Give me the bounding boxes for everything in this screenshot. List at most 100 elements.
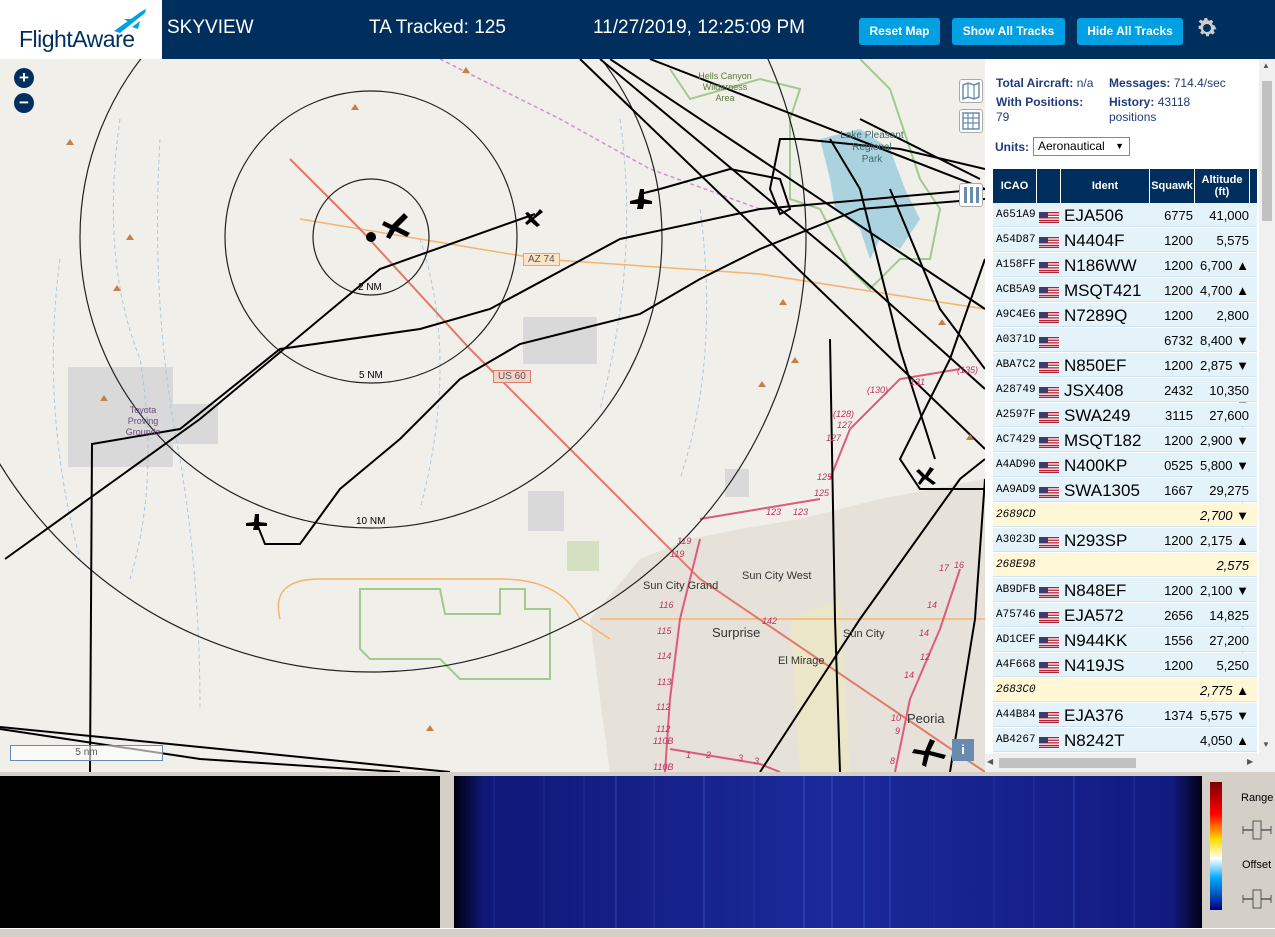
us-flag-icon xyxy=(1039,485,1059,498)
info-button[interactable]: i xyxy=(952,739,974,761)
ident-cell: N944KK xyxy=(1064,631,1128,650)
gear-icon[interactable] xyxy=(1195,16,1219,40)
units-select[interactable]: Aeronautical ▼ xyxy=(1033,137,1130,156)
table-row[interactable]: A9C4E6 N7289Q 1200 2,800 xyxy=(993,303,1257,327)
col-icao[interactable]: ICAO xyxy=(993,169,1037,203)
route-number: 123 xyxy=(793,507,809,517)
route-number: 9 xyxy=(895,726,901,736)
range-slider[interactable] xyxy=(1241,818,1273,842)
route-number: 131 xyxy=(910,377,926,387)
squawk-cell: 2656 xyxy=(1164,608,1193,623)
logo-plane-icon xyxy=(114,9,146,33)
hscroll-thumb[interactable] xyxy=(999,758,1136,768)
table-row[interactable]: 2683C0 2,775 ▲ xyxy=(993,678,1257,702)
columns-icon xyxy=(964,187,979,203)
taskbar[interactable] xyxy=(0,928,1275,937)
table-row[interactable]: A158FF N186WW 1200 6,700 ▲ xyxy=(993,253,1257,277)
zoom-out-button[interactable]: − xyxy=(14,93,34,113)
zoom-in-button[interactable]: + xyxy=(14,68,34,88)
table-row[interactable]: A44B84 EJA376 1374 5,575 ▼ xyxy=(993,703,1257,727)
altitude-cell: 5,800 ▼ xyxy=(1199,458,1249,473)
label-line: Toyota xyxy=(129,405,157,415)
squawk-cell: 1200 xyxy=(1164,533,1193,548)
table-row[interactable]: A0371D 6732 8,400 ▼ xyxy=(993,328,1257,352)
table-row[interactable]: AA9AD9SWA1305166729,275 ▲ xyxy=(993,478,1257,513)
app-title: SKYVIEW xyxy=(167,17,254,38)
route-number: 3 xyxy=(738,753,744,763)
table-row[interactable]: 2689CD 2,700 ▼ xyxy=(993,503,1257,527)
offset-slider[interactable] xyxy=(1241,887,1273,911)
route-number: 10 xyxy=(891,713,902,723)
us-flag-icon xyxy=(1039,710,1059,723)
icao-cell: AD1CEF xyxy=(996,634,1036,646)
route-number: 127 xyxy=(837,420,853,430)
altitude-cell: 2,175 ▲ xyxy=(1199,533,1249,548)
table-row[interactable]: AB9DFB N848EF 1200 2,100 ▼ xyxy=(993,578,1257,602)
route-number: 8 xyxy=(890,756,896,766)
route-number: 2 xyxy=(706,750,712,760)
scroll-left-icon[interactable]: ◀ xyxy=(987,757,993,766)
vertical-scrollbar[interactable]: ▲ ▼ xyxy=(1259,59,1275,772)
table-row[interactable]: A28749JSX408243210,350 ▼ xyxy=(993,378,1257,413)
altitude-cell: 8,400 ▼ xyxy=(1199,333,1249,348)
table-row[interactable]: AD1CEFN944KK155627,200 ▲ xyxy=(993,628,1257,663)
urban-area xyxy=(590,479,985,772)
table-row[interactable]: ABA7C2 N850EF 1200 2,875 ▼ xyxy=(993,353,1257,377)
hide-all-tracks-button[interactable]: Hide All Tracks xyxy=(1077,18,1183,45)
horizontal-scrollbar[interactable]: ◀ ▶ xyxy=(985,754,1259,772)
reset-map-button[interactable]: Reset Map xyxy=(859,18,940,45)
show-all-tracks-button[interactable]: Show All Tracks xyxy=(952,18,1065,45)
messages-label: Messages: xyxy=(1109,76,1171,90)
table-row[interactable]: AB4267 N8242T 4,050 ▲ xyxy=(993,728,1257,752)
map-view[interactable]: Hells Canyon Wilderness Area Lake Pleasa… xyxy=(0,59,985,772)
route-number: 17 xyxy=(939,563,950,573)
icao-cell: AB4267 xyxy=(996,734,1036,746)
scroll-down-icon[interactable]: ▼ xyxy=(1262,740,1270,749)
range-label: Range xyxy=(1241,792,1274,804)
table-row[interactable]: A3023D N293SP 1200 2,175 ▲ xyxy=(993,528,1257,552)
route-number: 119 xyxy=(677,536,692,546)
columns-toggle[interactable] xyxy=(959,183,983,207)
scroll-up-icon[interactable]: ▲ xyxy=(1262,61,1270,70)
park-boundary xyxy=(359,588,551,680)
icao-cell: A9C4E6 xyxy=(996,309,1036,321)
table-row[interactable]: ACB5A9 MSQT421 1200 4,700 ▲ xyxy=(993,278,1257,302)
flightaware-logo[interactable]: FlightAware xyxy=(0,0,162,59)
ident-cell: N7289Q xyxy=(1064,306,1128,325)
table-row[interactable]: A2597FSWA249311527,600 ▲ xyxy=(993,403,1257,438)
us-flag-icon xyxy=(1039,235,1059,248)
history-unit: positions xyxy=(1109,110,1157,124)
table-row[interactable]: A651A9 EJA506 6775 41,000 xyxy=(993,203,1257,227)
icao-cell: A4AD90 xyxy=(996,459,1036,471)
table-row[interactable]: AC7429 MSQT182 1200 2,900 ▼ xyxy=(993,428,1257,452)
table-row[interactable]: A4AD90 N400KP 0525 5,800 ▼ xyxy=(993,453,1257,477)
col-flag[interactable] xyxy=(1037,169,1061,203)
table-row[interactable]: A4F668 N419JS 1200 5,250 xyxy=(993,653,1257,677)
table-row[interactable]: A54D87 N4404F 1200 5,575 xyxy=(993,228,1257,252)
label-line: Proving xyxy=(127,416,159,426)
scroll-thumb[interactable] xyxy=(1262,81,1272,221)
col-altitude[interactable]: Altitude (ft) xyxy=(1195,169,1250,203)
table-row[interactable]: 268E98 2,575 xyxy=(993,553,1257,577)
col-ident[interactable]: Ident xyxy=(1061,169,1150,203)
col-squawk[interactable]: Squawk xyxy=(1150,169,1195,203)
icao-cell: AB9DFB xyxy=(996,584,1036,596)
table-header: ICAO Ident Squawk Altitude (ft) xyxy=(993,169,1257,203)
label-line: Wilderness xyxy=(702,82,748,92)
sun-city-west-label: Sun City West xyxy=(742,570,812,582)
icao-cell: 268E98 xyxy=(996,559,1036,571)
icao-cell: 2683C0 xyxy=(996,684,1036,696)
scroll-right-icon[interactable]: ▶ xyxy=(1247,757,1253,766)
route-number: 142 xyxy=(762,616,778,626)
ident-cell: N293SP xyxy=(1064,531,1128,550)
route-number: 112 xyxy=(656,724,671,734)
peoria-label: Peoria xyxy=(907,711,945,726)
map-layers-icon[interactable] xyxy=(959,79,983,103)
squawk-cell: 1200 xyxy=(1164,358,1193,373)
el-mirage-label: El Mirage xyxy=(778,655,825,667)
messages-stat: Messages: 714.4/sec xyxy=(1109,76,1226,90)
route-number: 110B xyxy=(653,762,674,772)
grid-toggle[interactable] xyxy=(959,109,983,133)
table-row[interactable]: A75746EJA572265614,825 ▲ xyxy=(993,603,1257,638)
ident-cell: N419JS xyxy=(1064,656,1125,675)
